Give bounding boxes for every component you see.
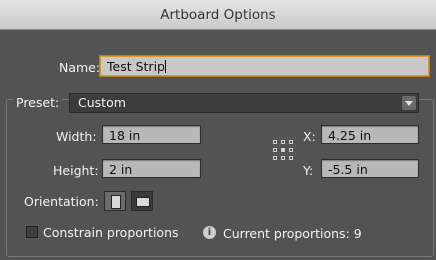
ref-point-tc[interactable]	[281, 140, 285, 144]
x-label: X:	[303, 129, 316, 144]
y-input[interactable]: -5.5 in	[321, 159, 419, 178]
orientation-label: Orientation:	[24, 194, 99, 209]
x-input[interactable]: 4.25 in	[321, 125, 419, 144]
name-input[interactable]: Test Strip	[100, 56, 429, 76]
ref-point-bl[interactable]	[273, 156, 277, 160]
text-caret	[164, 60, 166, 73]
ref-point-bc[interactable]	[281, 156, 285, 160]
name-label: Name:	[59, 60, 101, 75]
landscape-button[interactable]	[131, 191, 153, 211]
preset-value: Custom	[78, 95, 126, 110]
ref-point-br[interactable]	[289, 156, 293, 160]
constrain-proportions-label[interactable]: Constrain proportions	[43, 225, 179, 240]
ref-point-center[interactable]	[281, 148, 285, 152]
preset-dropdown[interactable]: Custom	[69, 93, 419, 113]
ref-point-tl[interactable]	[273, 140, 277, 144]
width-label: Width:	[56, 129, 97, 144]
portrait-button[interactable]	[104, 191, 126, 211]
info-icon: i	[203, 226, 216, 239]
title-bar: Artboard Options	[0, 0, 436, 30]
height-label: Height:	[53, 163, 99, 178]
width-input[interactable]: 18 in	[102, 125, 201, 144]
constrain-proportions-checkbox[interactable]	[26, 226, 38, 238]
window-title: Artboard Options	[160, 7, 276, 23]
ref-point-mr[interactable]	[289, 148, 293, 152]
ref-point-ml[interactable]	[273, 148, 277, 152]
reference-point-grid-icon[interactable]	[273, 140, 293, 160]
landscape-icon	[136, 197, 150, 207]
y-label: Y:	[303, 163, 314, 178]
dropdown-arrow-icon[interactable]	[402, 96, 416, 110]
portrait-icon	[111, 195, 121, 209]
ref-point-tr[interactable]	[289, 140, 293, 144]
height-input[interactable]: 2 in	[102, 159, 201, 178]
preset-label: Preset:	[13, 95, 63, 110]
current-proportions-text: Current proportions: 9	[223, 226, 362, 241]
name-value: Test Strip	[107, 59, 165, 74]
